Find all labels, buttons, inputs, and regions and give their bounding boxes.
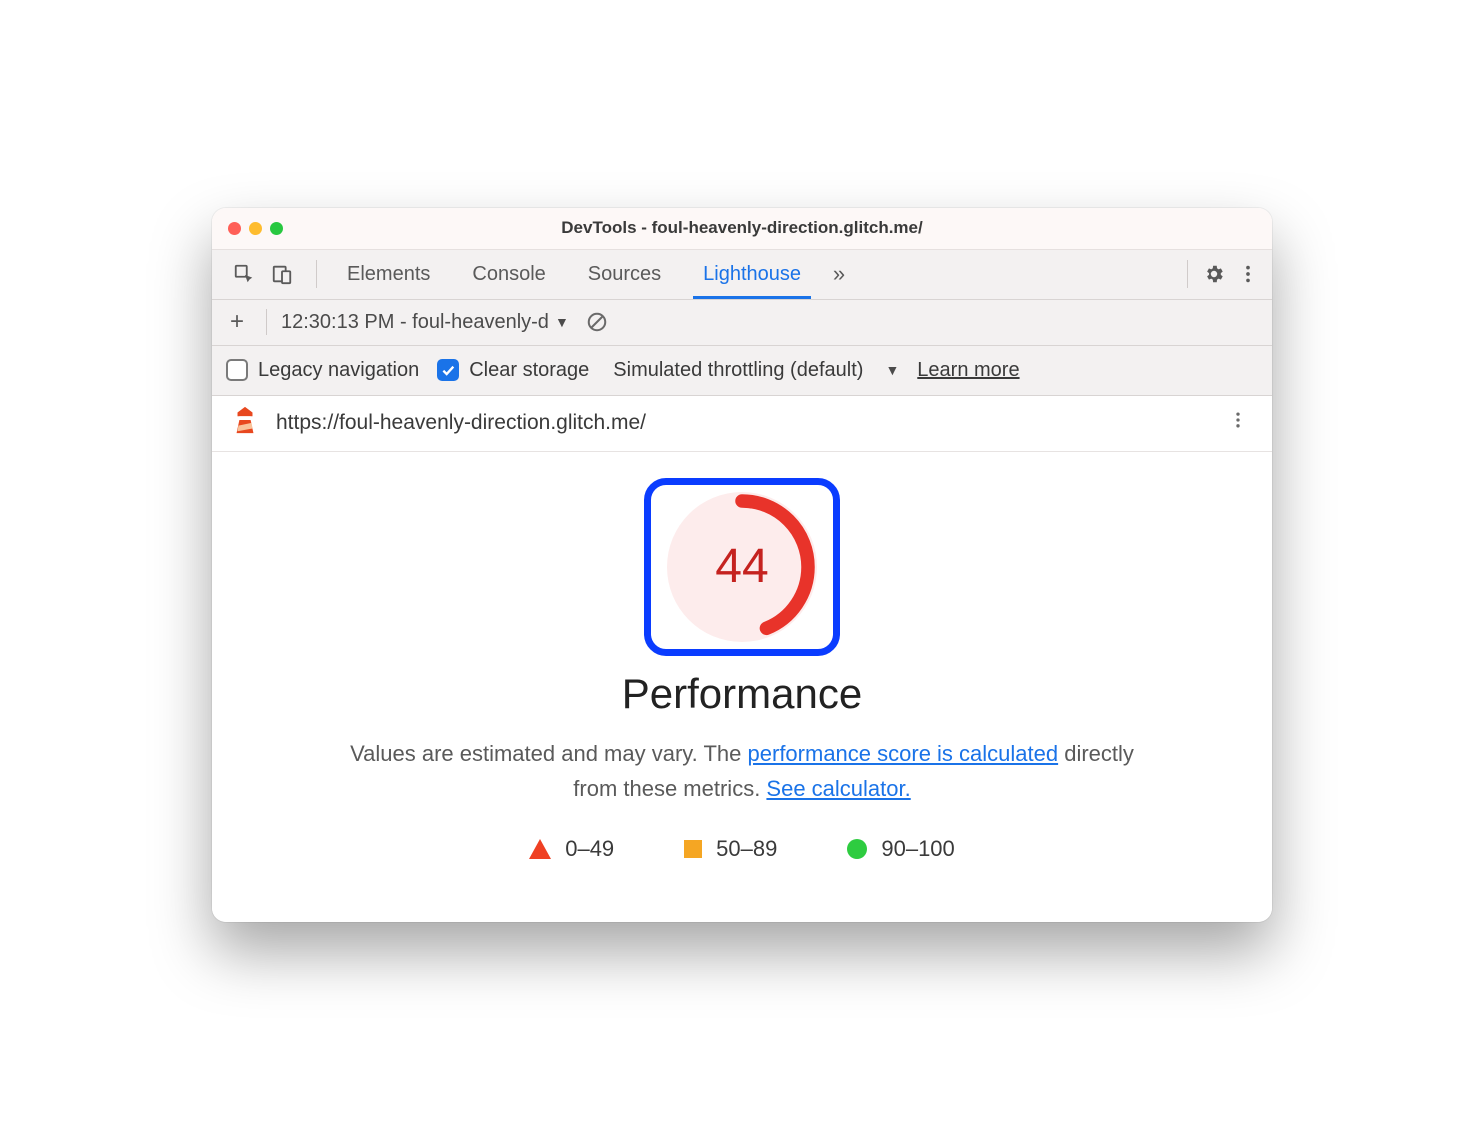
tab-elements[interactable]: Elements bbox=[329, 249, 448, 299]
clear-report-icon[interactable] bbox=[583, 308, 611, 336]
throttling-selector[interactable]: Simulated throttling (default) ▼ bbox=[613, 359, 899, 382]
dropdown-triangle-icon: ▼ bbox=[555, 314, 569, 330]
tab-console[interactable]: Console bbox=[454, 249, 563, 299]
titlebar: DevTools - foul-heavenly-direction.glitc… bbox=[212, 208, 1272, 250]
close-window-button[interactable] bbox=[228, 222, 241, 235]
performance-score: 44 bbox=[667, 492, 817, 642]
zoom-window-button[interactable] bbox=[270, 222, 283, 235]
score-legend: 0–49 50–89 90–100 bbox=[252, 836, 1232, 862]
legend-good: 90–100 bbox=[847, 836, 954, 862]
settings-gear-icon[interactable] bbox=[1200, 260, 1228, 288]
divider bbox=[266, 309, 267, 335]
minimize-window-button[interactable] bbox=[249, 222, 262, 235]
window-title: DevTools - foul-heavenly-direction.glitc… bbox=[212, 218, 1272, 238]
see-calculator-link[interactable]: See calculator. bbox=[766, 776, 910, 801]
report-menu-icon[interactable] bbox=[1222, 410, 1254, 436]
legend-average: 50–89 bbox=[684, 836, 777, 862]
legend-poor: 0–49 bbox=[529, 836, 614, 862]
lighthouse-report: 44 Performance Values are estimated and … bbox=[212, 452, 1272, 922]
triangle-icon bbox=[529, 839, 551, 859]
learn-more-link[interactable]: Learn more bbox=[917, 359, 1019, 382]
lighthouse-icon bbox=[230, 405, 260, 441]
traffic-lights bbox=[212, 222, 283, 235]
legacy-navigation-label: Legacy navigation bbox=[258, 359, 419, 382]
devtools-window: DevTools - foul-heavenly-direction.glitc… bbox=[212, 208, 1272, 922]
tab-lighthouse[interactable]: Lighthouse bbox=[685, 249, 819, 299]
report-selector[interactable]: 12:30:13 PM - foul-heavenly-d ▼ bbox=[281, 311, 569, 334]
dropdown-triangle-icon: ▼ bbox=[885, 362, 899, 378]
lighthouse-options: Legacy navigation Clear storage Simulate… bbox=[212, 346, 1272, 396]
circle-icon bbox=[847, 839, 867, 859]
clear-storage-option[interactable]: Clear storage bbox=[437, 359, 589, 382]
performance-gauge: 44 bbox=[667, 492, 817, 642]
score-highlight-box: 44 bbox=[644, 478, 840, 656]
report-url-bar: https://foul-heavenly-direction.glitch.m… bbox=[212, 396, 1272, 452]
report-selector-label: 12:30:13 PM - foul-heavenly-d bbox=[281, 311, 549, 334]
divider bbox=[1187, 260, 1188, 288]
device-toolbar-icon[interactable] bbox=[268, 260, 296, 288]
score-calculated-link[interactable]: performance score is calculated bbox=[748, 741, 1059, 766]
report-description: Values are estimated and may vary. The p… bbox=[332, 736, 1152, 806]
legacy-navigation-checkbox[interactable] bbox=[226, 359, 248, 381]
kebab-menu-icon[interactable] bbox=[1234, 260, 1262, 288]
lighthouse-subbar: + 12:30:13 PM - foul-heavenly-d ▼ bbox=[212, 300, 1272, 346]
divider bbox=[316, 260, 317, 288]
tab-bar: Elements Console Sources Lighthouse » bbox=[212, 250, 1272, 300]
tab-sources[interactable]: Sources bbox=[570, 249, 679, 299]
square-icon bbox=[684, 840, 702, 858]
clear-storage-label: Clear storage bbox=[469, 359, 589, 382]
new-report-button[interactable]: + bbox=[222, 308, 252, 336]
legacy-navigation-option[interactable]: Legacy navigation bbox=[226, 359, 419, 382]
clear-storage-checkbox[interactable] bbox=[437, 359, 459, 381]
more-tabs-icon[interactable]: » bbox=[825, 260, 853, 288]
report-url: https://foul-heavenly-direction.glitch.m… bbox=[276, 411, 646, 435]
report-heading: Performance bbox=[252, 670, 1232, 718]
throttling-label: Simulated throttling (default) bbox=[613, 359, 863, 382]
inspect-element-icon[interactable] bbox=[230, 260, 258, 288]
